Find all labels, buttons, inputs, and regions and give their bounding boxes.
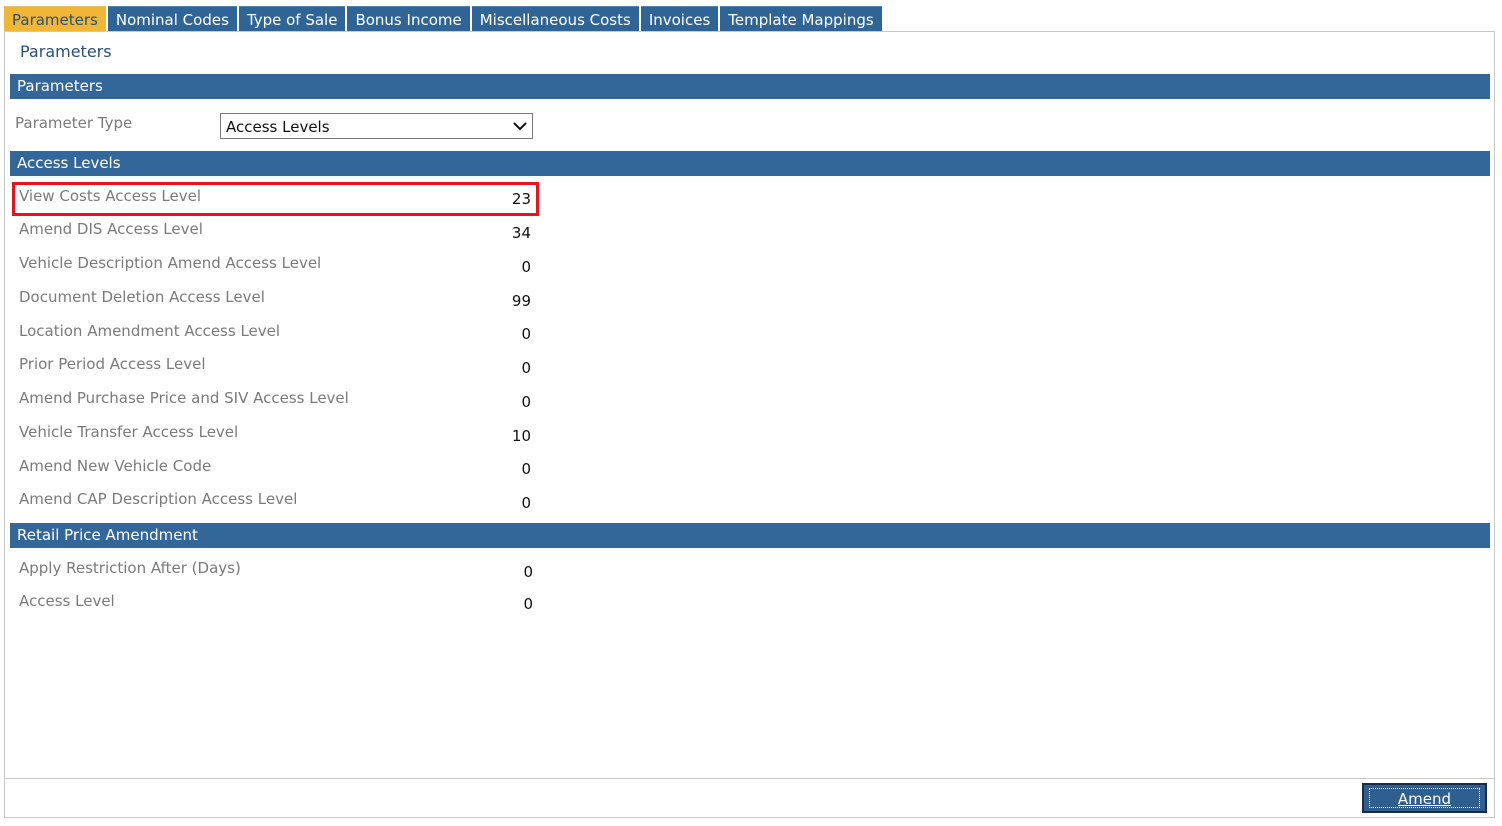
field-label-vehicle-transfer-access-level: Vehicle Transfer Access Level — [19, 423, 239, 441]
chevron-down-icon — [513, 122, 527, 131]
field-label-location-amendment-access-level: Location Amendment Access Level — [19, 322, 281, 340]
tab-bonus-income[interactable]: Bonus Income — [347, 6, 470, 32]
section-header-parameters: Parameters — [10, 74, 1490, 99]
field-value-prior-period-access-level: 0 — [521, 359, 531, 377]
field-label-apply-restriction-after-days: Apply Restriction After (Days) — [19, 559, 241, 577]
field-label-view-costs-access-level: View Costs Access Level — [19, 187, 202, 205]
field-label-access-level: Access Level — [19, 592, 115, 610]
section-header-access-levels: Access Levels — [10, 151, 1490, 176]
parameter-type-selected-value: Access Levels — [226, 118, 330, 136]
tab-invoices[interactable]: Invoices — [640, 6, 719, 32]
amend-button[interactable]: Amend — [1362, 783, 1487, 813]
field-value-access-level: 0 — [523, 595, 533, 613]
field-value-amend-purchase-price-siv-access-level: 0 — [521, 393, 531, 411]
field-value-amend-dis-access-level: 34 — [511, 224, 531, 242]
field-label-document-deletion-access-level: Document Deletion Access Level — [19, 288, 265, 306]
field-value-amend-new-vehicle-code: 0 — [521, 460, 531, 478]
section-header-retail-price-amendment: Retail Price Amendment — [10, 523, 1490, 548]
field-label-amend-dis-access-level: Amend DIS Access Level — [19, 220, 203, 238]
field-label-prior-period-access-level: Prior Period Access Level — [19, 355, 206, 373]
field-value-location-amendment-access-level: 0 — [521, 325, 531, 343]
field-value-amend-cap-description-access-level: 0 — [521, 494, 531, 512]
tab-template-mappings[interactable]: Template Mappings — [720, 6, 882, 32]
field-label-vehicle-description-amend-access-level: Vehicle Description Amend Access Level — [19, 254, 322, 272]
tab-bar: Parameters Nominal Codes Type of Sale Bo… — [4, 6, 884, 32]
field-value-apply-restriction-after-days: 0 — [523, 563, 533, 581]
field-value-vehicle-description-amend-access-level: 0 — [521, 258, 531, 276]
field-label-amend-new-vehicle-code: Amend New Vehicle Code — [19, 457, 212, 475]
tab-type-of-sale[interactable]: Type of Sale — [238, 6, 346, 32]
field-value-document-deletion-access-level: 99 — [511, 292, 531, 310]
field-value-vehicle-transfer-access-level: 10 — [511, 427, 531, 445]
tab-nominal-codes[interactable]: Nominal Codes — [107, 6, 237, 32]
field-label-amend-purchase-price-siv-access-level: Amend Purchase Price and SIV Access Leve… — [19, 389, 349, 407]
content-panel: Parameters Parameters Parameter Type Acc… — [4, 31, 1495, 818]
footer-divider — [5, 778, 1494, 779]
field-label-amend-cap-description-access-level: Amend CAP Description Access Level — [19, 490, 298, 508]
amend-button-label: Amend — [1369, 788, 1480, 808]
parameter-type-label: Parameter Type — [15, 114, 133, 132]
tab-miscellaneous-costs[interactable]: Miscellaneous Costs — [471, 6, 639, 32]
page-title: Parameters — [20, 42, 112, 61]
tab-parameters[interactable]: Parameters — [4, 6, 106, 32]
field-value-view-costs-access-level: 23 — [511, 190, 531, 208]
parameter-type-select[interactable]: Access Levels — [220, 113, 533, 139]
